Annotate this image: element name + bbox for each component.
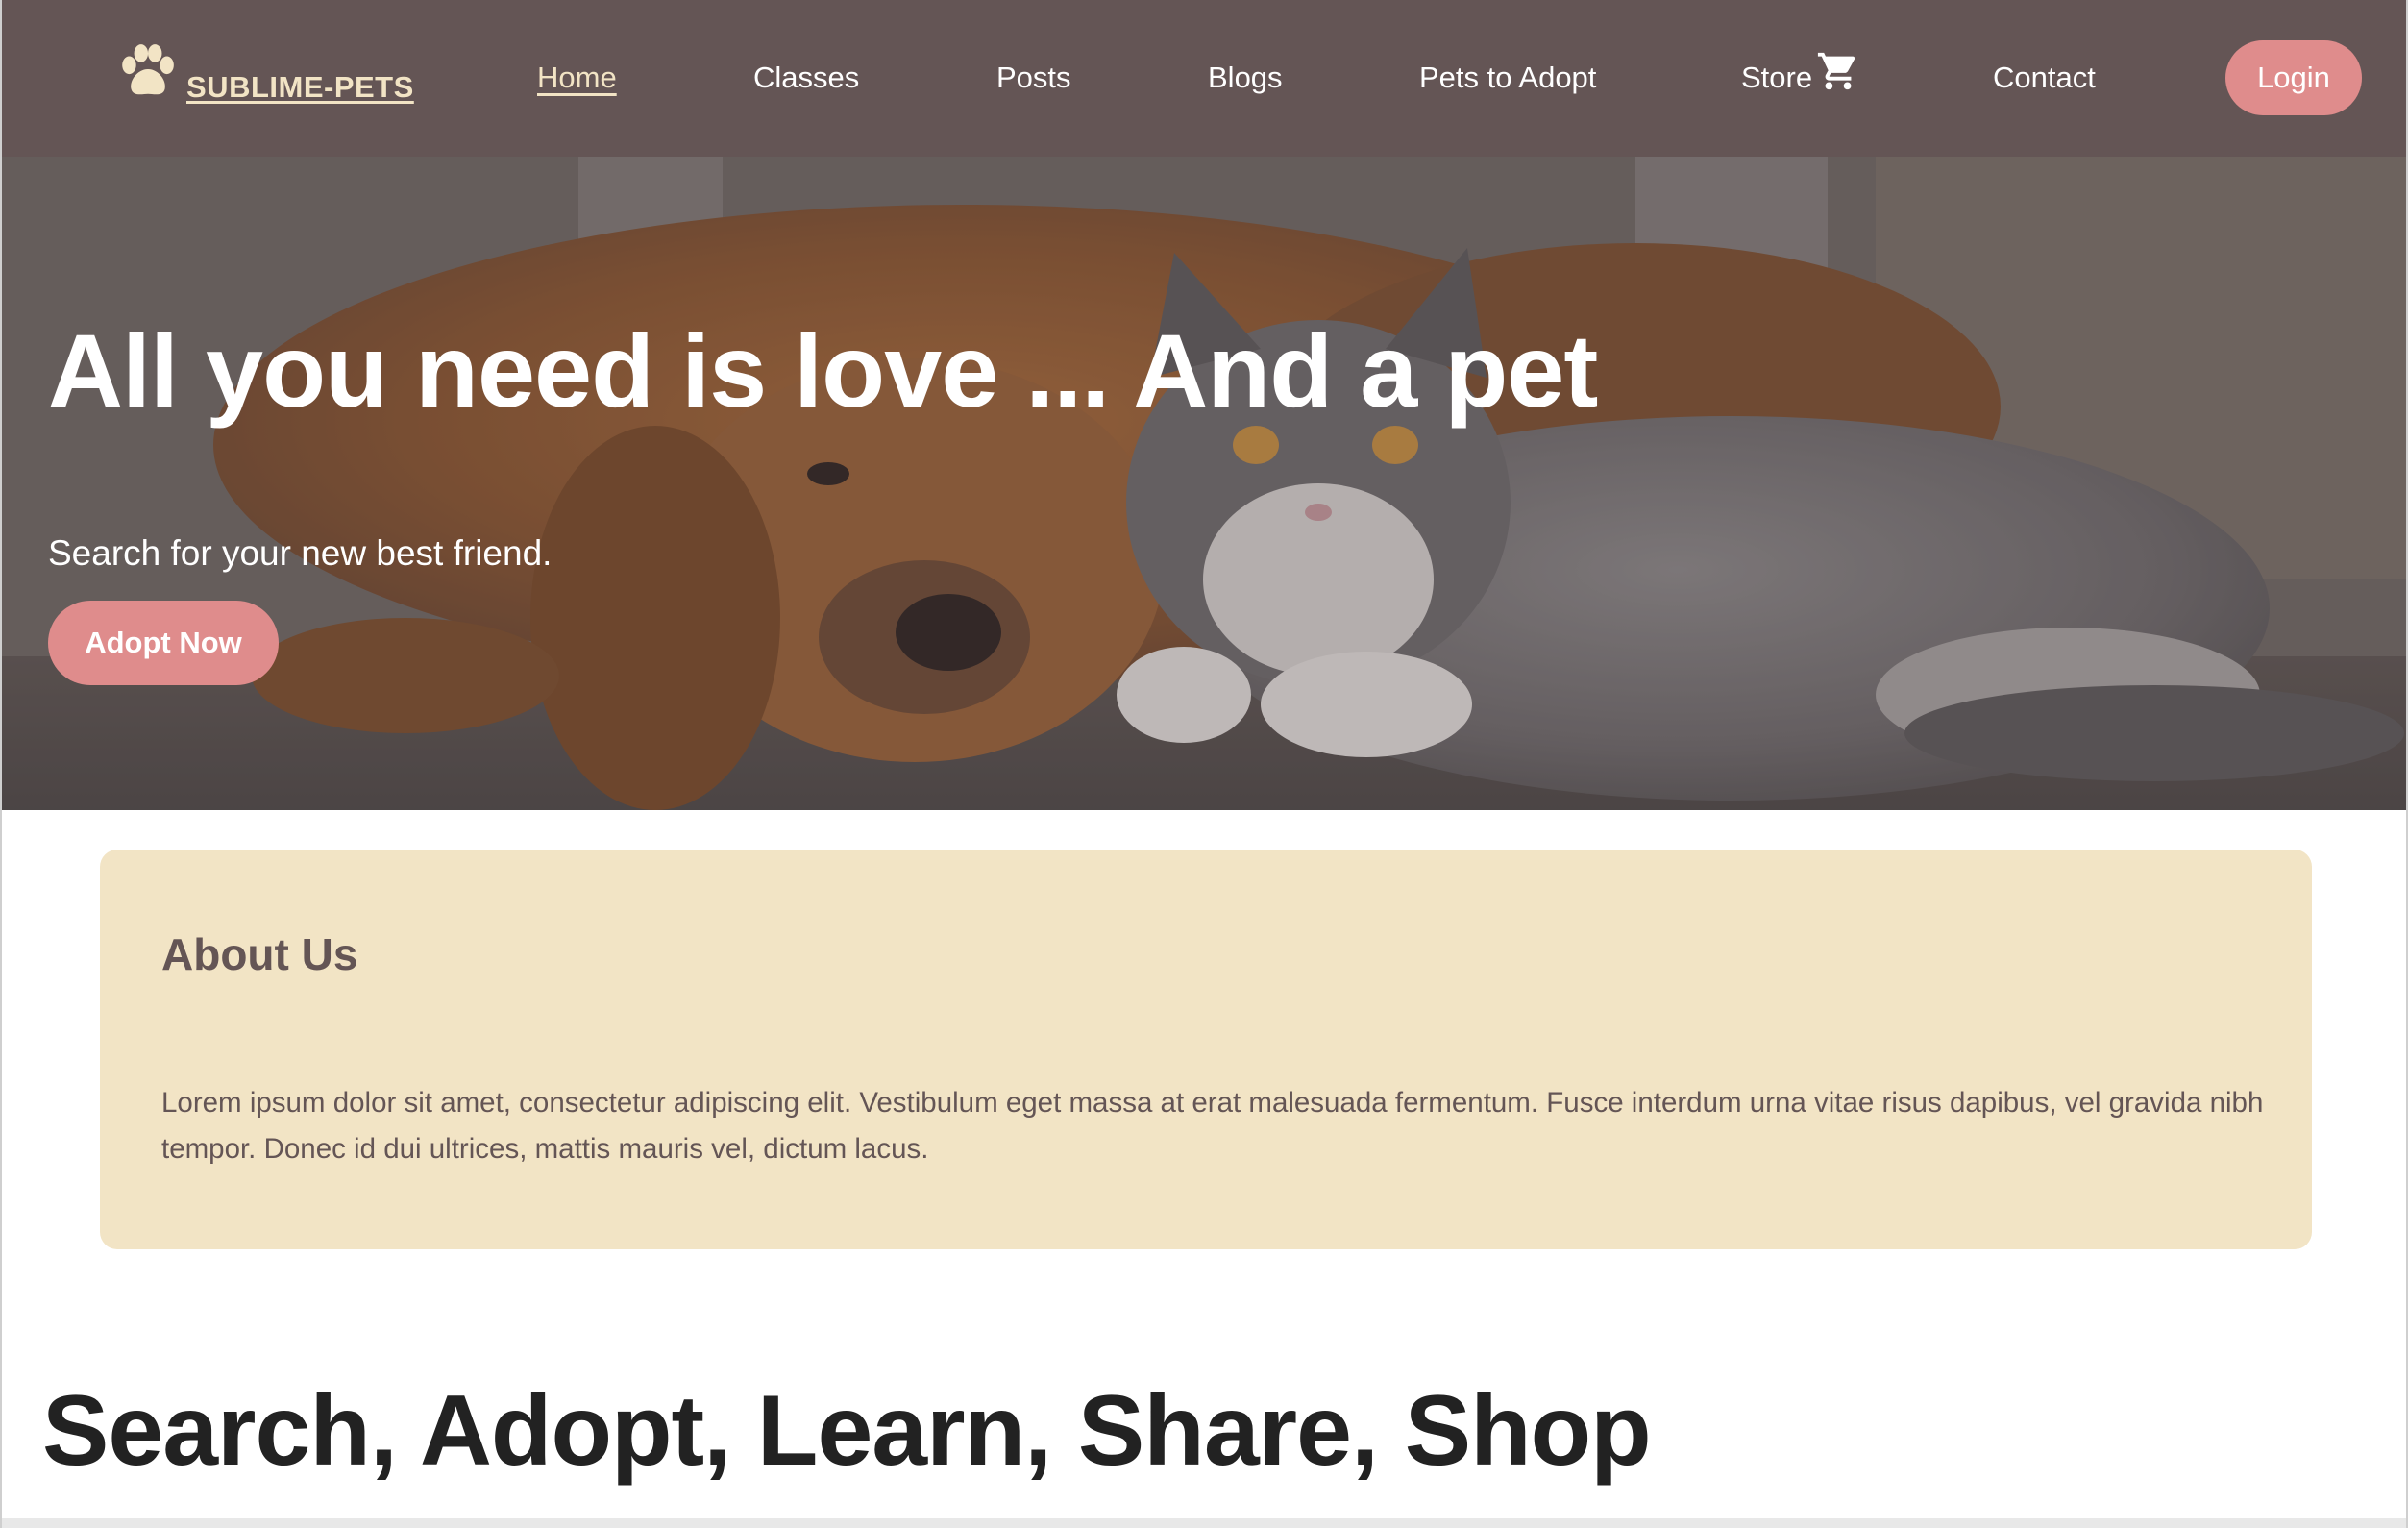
- nav-blogs[interactable]: Blogs: [1208, 56, 1283, 100]
- shopping-cart-icon: [1818, 52, 1855, 90]
- nav-store[interactable]: Store: [1741, 52, 1860, 100]
- bottom-edge: [2, 1518, 2406, 1528]
- about-us-text: Lorem ipsum dolor sit amet, consectetur …: [161, 1087, 2264, 1165]
- brand-name: SUBLIME-PETS: [186, 70, 414, 104]
- features-heading: Search, Adopt, Learn, Share, Shop: [42, 1375, 1652, 1487]
- nav-pets-to-adopt[interactable]: Pets to Adopt: [1419, 56, 1596, 100]
- hero-title: All you need is love ... And a pet: [48, 312, 1598, 429]
- nav-store-label: Store: [1741, 61, 1813, 94]
- hero-subtitle: Search for your new best friend.: [48, 533, 553, 573]
- brand-logo-link[interactable]: SUBLIME-PETS: [115, 38, 414, 115]
- adopt-now-button[interactable]: Adopt Now: [48, 601, 279, 685]
- about-us-card: About Us Lorem ipsum dolor sit amet, con…: [100, 850, 2312, 1249]
- login-button[interactable]: Login: [2225, 40, 2362, 115]
- hero-overlay: [2, 157, 2406, 810]
- navbar: SUBLIME-PETS Home Classes Posts Blogs Pe…: [2, 0, 2406, 157]
- nav-contact[interactable]: Contact: [1993, 56, 2096, 100]
- nav-home[interactable]: Home: [537, 56, 617, 100]
- paw-icon: [122, 44, 174, 95]
- hero-section: All you need is love ... And a pet Searc…: [2, 157, 2406, 810]
- nav-classes[interactable]: Classes: [753, 56, 859, 100]
- page: SUBLIME-PETS Home Classes Posts Blogs Pe…: [0, 0, 2408, 1528]
- about-us-title: About Us: [161, 929, 358, 979]
- nav-posts[interactable]: Posts: [996, 56, 1071, 100]
